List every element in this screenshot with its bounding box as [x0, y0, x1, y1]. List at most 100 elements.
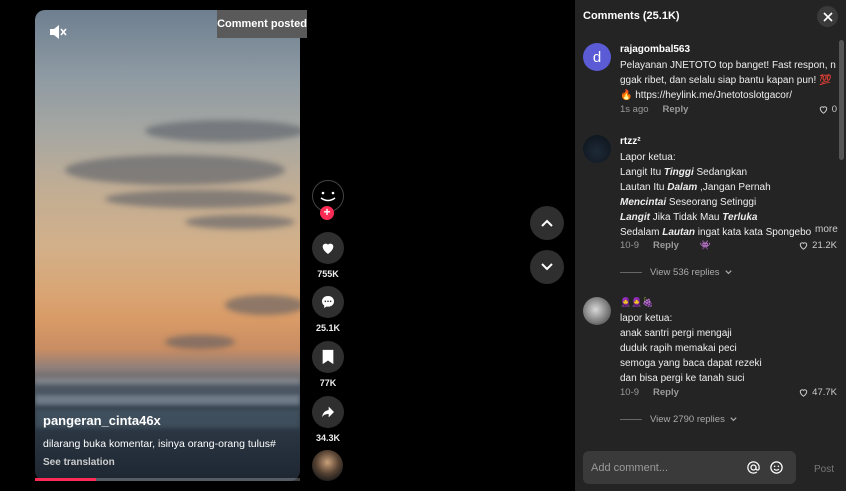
- reply-button[interactable]: Reply: [653, 240, 679, 251]
- comment-line: semoga yang baca dapat rezeki: [620, 358, 762, 369]
- reply-button[interactable]: Reply: [653, 387, 679, 398]
- comment-bubble-icon: [322, 296, 334, 308]
- tiktok-video-page: Comment posted pangeran_cinta46x dilaran…: [0, 0, 846, 491]
- creator-liked-icon: 👾: [699, 240, 711, 250]
- post-button[interactable]: Post: [814, 464, 834, 475]
- plain-text: ingat kata kata Spongebo: [695, 227, 812, 238]
- comment-line: Sedalam Lautan ingat kata kata Spongebo: [620, 225, 815, 240]
- comment-line: Lapor ketua:: [620, 152, 676, 163]
- comment-line: Langit Jika Tidak Mau Terluka: [620, 210, 838, 225]
- follow-plus-button[interactable]: +: [320, 206, 334, 220]
- music-disc-avatar[interactable]: [312, 450, 343, 481]
- mention-at-icon[interactable]: [746, 460, 761, 475]
- comments-panel: Comments (25.1K) d rajagombal563 Pelayan…: [575, 0, 846, 491]
- chevron-down-icon: [541, 263, 553, 271]
- comment-like-button[interactable]: 47.7K: [798, 387, 837, 398]
- comment-avatar[interactable]: [583, 297, 611, 325]
- comment-line: anak santri pergi mengaji: [620, 328, 732, 339]
- comment-action[interactable]: 25.1K: [312, 286, 344, 333]
- video-author[interactable]: pangeran_cinta46x: [43, 413, 161, 428]
- plain-text: Langit Itu: [620, 167, 664, 178]
- comment-posted-toast: Comment posted: [217, 10, 307, 38]
- view-replies-button[interactable]: View 536 replies: [620, 267, 733, 278]
- see-translation-link[interactable]: See translation: [43, 457, 115, 468]
- reply-button[interactable]: Reply: [663, 104, 689, 115]
- share-action[interactable]: 34.3K: [312, 396, 344, 443]
- avatar-letter: d: [592, 48, 602, 66]
- close-comments-button[interactable]: [817, 6, 838, 27]
- comment-username[interactable]: rtzz²: [620, 136, 641, 147]
- heart-outline-icon: [819, 106, 827, 114]
- emphasis-text: Mencintai: [620, 197, 667, 208]
- comment-username[interactable]: 🧕🧕🍇: [620, 297, 654, 308]
- plain-text: Sedangkan: [693, 167, 748, 178]
- comment-line: duduk rapih memakai peci: [620, 343, 737, 354]
- chevron-up-icon: [541, 219, 553, 227]
- close-icon: [822, 11, 833, 22]
- view-replies-button[interactable]: View 2790 replies: [620, 414, 738, 425]
- comment-count: 25.1K: [315, 323, 341, 333]
- comment-avatar[interactable]: [583, 135, 611, 163]
- plain-text: Lautan Itu: [620, 182, 668, 193]
- emoji-icon[interactable]: [769, 460, 784, 475]
- previous-video-button[interactable]: [530, 206, 564, 240]
- comment-like-button[interactable]: 21.2K: [798, 240, 837, 251]
- comment-line: Lautan Itu Dalam ,Jangan Pernah: [620, 180, 838, 195]
- plain-text: ,Jangan Pernah: [697, 182, 771, 193]
- comment-input-box: [583, 451, 796, 484]
- emphasis-text: Terluka: [722, 212, 758, 223]
- comment-time: 10-9: [620, 240, 640, 251]
- comment-time: 1s ago: [620, 104, 649, 115]
- like-action[interactable]: 755K: [312, 232, 344, 279]
- heart-icon: [322, 243, 334, 254]
- comment-meta: 10-9 Reply: [620, 387, 679, 398]
- share-arrow-icon: [322, 406, 334, 418]
- comment-meta: 10-9 Reply 👾: [620, 240, 711, 251]
- comment-time: 10-9: [620, 387, 640, 398]
- comment-text: Pelayanan JNETOTO top banget! Fast respo…: [620, 58, 838, 103]
- view-replies-label: View 2790 replies: [650, 414, 725, 425]
- chevron-down-icon: [724, 270, 732, 275]
- plain-text: Seseorang Setinggi: [666, 197, 757, 208]
- plain-text: Sedalam: [620, 227, 663, 238]
- video-description: dilarang buka komentar, isinya orang-ora…: [43, 438, 276, 450]
- comment-like-button[interactable]: 0: [818, 104, 837, 115]
- comment-line: Pelayanan JNETOTO top banget! Fast respo…: [620, 60, 836, 71]
- comment-text: lapor ketua: anak santri pergi mengaji d…: [620, 311, 838, 386]
- share-count: 34.3K: [315, 433, 341, 443]
- video-player[interactable]: [35, 10, 300, 481]
- emphasis-text: Dalam: [667, 182, 698, 193]
- comments-scrollbar[interactable]: [839, 40, 844, 160]
- mute-icon[interactable]: [49, 24, 67, 40]
- comment-line: Mencintai Seseorang Setinggi: [620, 195, 838, 210]
- comment-line: lapor ketua:: [620, 313, 673, 324]
- heart-outline-icon: [799, 389, 808, 397]
- comment-line: Langit Itu Tinggi Sedangkan: [620, 165, 838, 180]
- next-video-button[interactable]: [530, 250, 564, 284]
- comment-line[interactable]: 🔥 https://heylink.me/Jnetotoslotgacor/: [620, 88, 838, 103]
- like-count: 755K: [317, 269, 339, 279]
- save-action[interactable]: 77K: [312, 341, 344, 388]
- comment-meta: 1s ago Reply: [620, 104, 688, 115]
- comments-title: Comments (25.1K): [583, 10, 680, 22]
- add-comment-input[interactable]: [591, 459, 741, 477]
- emphasis-text: Lautan: [662, 227, 696, 238]
- emphasis-text: Tinggi: [663, 167, 694, 178]
- comment-avatar[interactable]: d: [583, 43, 611, 71]
- video-progress-fill: [35, 478, 96, 481]
- comment-line: dan bisa pergi ke tanah suci: [620, 373, 745, 384]
- more-link[interactable]: more: [815, 224, 838, 235]
- chevron-down-icon: [730, 417, 737, 422]
- comment-like-count: 47.7K: [812, 387, 837, 398]
- video-progress-bar[interactable]: [35, 478, 300, 481]
- heart-outline-icon: [799, 242, 808, 250]
- comment-like-count: 0: [831, 104, 837, 115]
- emphasis-text: Langit: [620, 212, 650, 223]
- view-replies-label: View 536 replies: [650, 267, 720, 278]
- comment-username[interactable]: rajagombal563: [620, 44, 690, 55]
- comment-like-count: 21.2K: [812, 240, 837, 251]
- save-count: 77K: [319, 378, 337, 388]
- bookmark-icon: [322, 349, 334, 365]
- comment-line: ggak ribet, dan selalu siap bantu kapan …: [620, 75, 832, 86]
- comment-text: Lapor ketua: Langit Itu Tinggi Sedangkan…: [620, 150, 838, 240]
